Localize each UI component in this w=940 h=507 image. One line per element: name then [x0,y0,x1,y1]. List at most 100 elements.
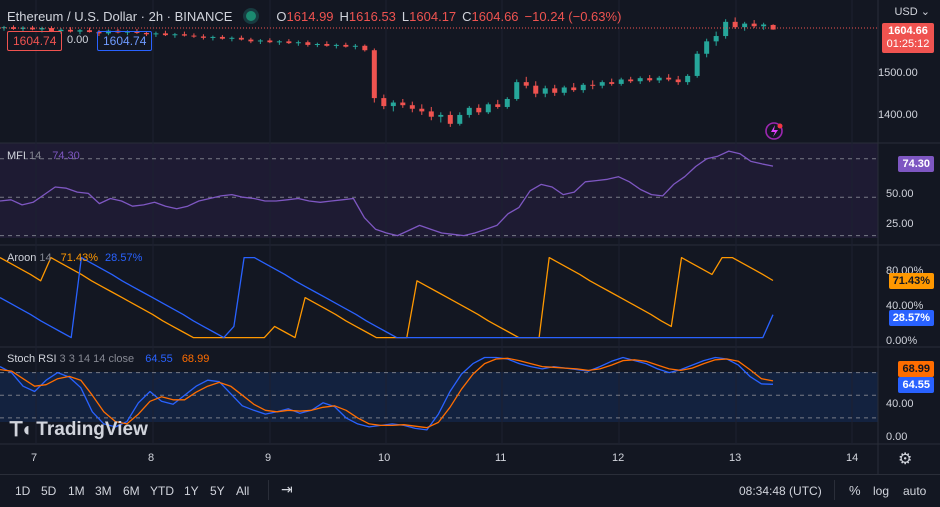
candle-body [295,42,301,44]
auto-toggle[interactable]: auto [903,484,926,498]
candle-body [181,34,187,36]
candle-body [599,82,605,86]
stoch-params: 3 3 14 14 close [59,353,135,365]
chart-header: Ethereum / U.S. Dollar · 2h · BINANCE O1… [7,7,621,25]
high-label: H [339,8,349,24]
candle-body [409,105,415,109]
timeframe-all[interactable]: All [236,484,249,498]
timeframe-5d[interactable]: 5D [41,484,56,498]
currency-label: USD [894,6,918,18]
last-price-tag: 1604.66 01:25:12 [882,23,934,53]
candle-body [685,75,691,83]
candle-body [523,82,529,86]
aroon-down-legend: 28.57% [105,252,143,264]
mfi-name: MFI [7,150,26,162]
timeframe-ytd[interactable]: YTD [150,484,174,498]
timeframe-1m[interactable]: 1M [68,484,85,498]
candle-body [761,24,767,27]
candle-body [666,77,672,80]
aroon-up-legend: 71.43% [60,252,98,264]
calendar-range-icon[interactable]: ⇥ [281,481,293,498]
mfi-band [0,143,878,238]
stoch-d-tag: 68.99 [898,361,934,377]
aroon-params: 14 [39,252,52,264]
stoch-name: Stoch RSI [7,353,57,365]
timeframe-1d[interactable]: 1D [15,484,30,498]
currency-selector[interactable]: USD ⌄ [894,5,930,18]
change-value: −10.24 (−0.63%) [524,8,622,24]
candle-body [238,37,244,40]
logo-text: TradingView [36,418,148,440]
live-dot-icon [246,11,257,21]
symbol-title[interactable]: Ethereum / U.S. Dollar · 2h · BINANCE [7,9,232,24]
percent-toggle[interactable]: % [849,483,861,498]
candle-body [656,77,662,81]
candle-body [352,45,358,47]
utc-clock[interactable]: 08:34:48 (UTC) [739,484,822,498]
candle-body [742,23,748,28]
candle-body [713,36,719,42]
candle-body [694,53,700,76]
timeframe-3m[interactable]: 3M [95,484,112,498]
low-label: L [401,8,410,24]
candle-body [419,108,425,112]
candle-body [362,45,368,51]
settings-gear-icon[interactable]: ⚙ [898,449,912,469]
toolbar-divider [834,480,835,500]
candle-body [229,37,235,39]
time-tick: 7 [31,452,38,464]
stoch-legend[interactable]: Stoch RSI 3 3 14 14 close 64.55 68.99 [7,353,209,365]
candle-body [514,82,520,99]
candle-body [172,34,178,36]
candle-body [343,44,349,47]
tradingview-logo: ꓔ◖ TradingView [10,417,148,442]
candle-body [647,78,653,81]
candle-body [476,107,482,113]
candle-body [248,39,254,42]
candle-body [485,104,491,113]
candle-body [438,114,444,117]
candle-body [447,114,453,124]
candle-body [267,40,273,43]
mfi-legend[interactable]: MFI 14 74.30 [7,150,80,162]
aroon-legend[interactable]: Aroon 14 71.43% 28.57% [7,252,142,264]
candle-body [561,87,567,93]
candle-body [219,36,225,39]
candle-body [466,107,472,115]
candle-body [305,42,311,45]
ethereum-logo-icon[interactable] [765,122,783,140]
time-tick: 11 [495,452,507,464]
candle-body [770,24,776,30]
time-tick: 12 [612,452,625,464]
sell-button[interactable]: 1604.74 [7,31,63,51]
price-tick-1400: 1400.00 [878,109,918,121]
low-value: 1604.17 [409,8,457,24]
aroon-down-tag: 28.57% [888,310,934,326]
stoch-tick-40: 40.00 [886,398,914,410]
timeframe-1y[interactable]: 1Y [184,484,199,498]
close-label: C [462,8,472,24]
buy-button[interactable]: 1604.74 [97,31,153,51]
stoch-k-tag: 64.55 [898,377,934,393]
last-price-value: 1604.66 [888,25,928,37]
candle-body [533,85,539,94]
mfi-legend-value: 74.30 [52,150,80,162]
log-toggle[interactable]: log [873,484,889,498]
time-tick: 10 [378,452,391,464]
mfi-tick-50: 50.00 [886,188,914,200]
candle-body [257,40,263,42]
timeframe-6m[interactable]: 6M [123,484,140,498]
candle-body [637,78,643,82]
stoch-d-legend: 68.99 [181,353,210,365]
timeframe-5y[interactable]: 5Y [210,484,225,498]
time-tick: 14 [846,452,859,464]
candle-body [675,79,681,83]
spread-value: 0.00 [67,34,89,46]
toolbar-divider [268,480,269,500]
price-tick-1500: 1500.00 [878,67,918,79]
aroon-tick-0: 0.00% [886,335,918,347]
time-tick: 9 [265,452,272,464]
candle-body [609,82,615,84]
candle-body [324,44,330,46]
open-value: 1614.99 [286,8,334,24]
